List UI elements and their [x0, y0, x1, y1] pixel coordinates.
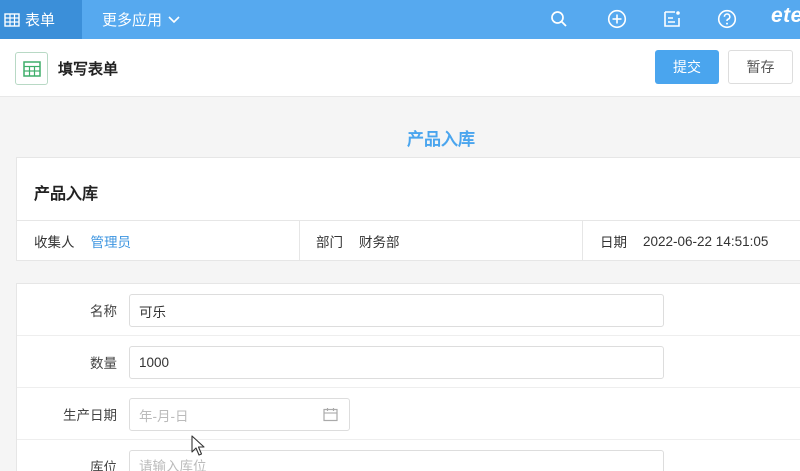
collector-value[interactable]: 管理员 — [91, 231, 132, 251]
meta-divider — [299, 221, 300, 261]
form-heading: 产品入库 — [407, 130, 475, 149]
field-row-production-date: 生产日期 年-月-日 — [17, 388, 800, 440]
nav-tab-forms[interactable]: 表单 — [0, 0, 82, 39]
location-input[interactable] — [129, 450, 664, 471]
name-input[interactable] — [129, 294, 664, 327]
calendar-icon — [323, 408, 338, 422]
help-icon — [717, 9, 737, 29]
date-value: 2022-06-22 14:51:05 — [643, 233, 769, 249]
save-draft-button[interactable]: 暂存 — [728, 50, 793, 84]
field-row-name: 名称 — [17, 284, 800, 336]
notes-button[interactable] — [660, 7, 684, 31]
form-icon-badge — [15, 52, 48, 85]
field-label: 数量 — [90, 356, 117, 371]
date-placeholder: 年-月-日 — [139, 408, 189, 424]
date-label: 日期 — [600, 235, 627, 250]
quantity-input[interactable] — [129, 346, 664, 379]
collector-label: 收集人 — [34, 235, 75, 250]
meta-row: 收集人 管理员 部门 财务部 日期 2022-06-22 14:51:05 — [17, 220, 800, 261]
meta-department: 部门 财务部 — [316, 221, 400, 261]
form-fields-card: 名称 数量 生产日期 年-月-日 库位 — [16, 283, 800, 471]
add-button[interactable] — [605, 7, 629, 31]
help-button[interactable] — [715, 7, 739, 31]
department-value: 财务部 — [359, 235, 400, 250]
meta-date: 日期 2022-06-22 14:51:05 — [600, 221, 768, 261]
submit-button[interactable]: 提交 — [655, 50, 719, 84]
more-apps-label: 更多应用 — [102, 12, 163, 29]
field-label: 生产日期 — [63, 408, 117, 423]
page-title: 填写表单 — [58, 61, 119, 78]
department-label: 部门 — [316, 235, 343, 250]
search-icon — [551, 11, 567, 27]
meta-divider — [582, 221, 583, 261]
card-title: 产品入库 — [34, 186, 99, 203]
field-row-quantity: 数量 — [17, 336, 800, 388]
more-apps-menu[interactable]: 更多应用 — [102, 0, 180, 39]
search-button[interactable] — [547, 7, 571, 31]
mouse-cursor-icon — [191, 435, 205, 456]
nav-tab-forms-label: 表单 — [25, 12, 56, 29]
field-row-location: 库位 — [17, 440, 800, 471]
page-header: 填写表单 提交 暂存 — [0, 39, 800, 97]
form-info-card: 产品入库 收集人 管理员 部门 财务部 日期 2022-06-22 14:51:… — [16, 157, 800, 261]
field-label: 库位 — [90, 460, 117, 471]
note-icon — [664, 11, 680, 27]
brand-logo[interactable]: ete — [771, 4, 800, 28]
form-table-icon — [22, 60, 41, 77]
plus-circle-icon — [607, 9, 627, 29]
production-date-picker[interactable]: 年-月-日 — [129, 398, 350, 431]
chevron-down-icon — [168, 15, 180, 23]
top-bar: 表单 更多应用 ete — [0, 0, 800, 39]
table-icon — [4, 12, 20, 27]
meta-collector: 收集人 管理员 — [34, 221, 131, 261]
field-label: 名称 — [90, 304, 117, 319]
